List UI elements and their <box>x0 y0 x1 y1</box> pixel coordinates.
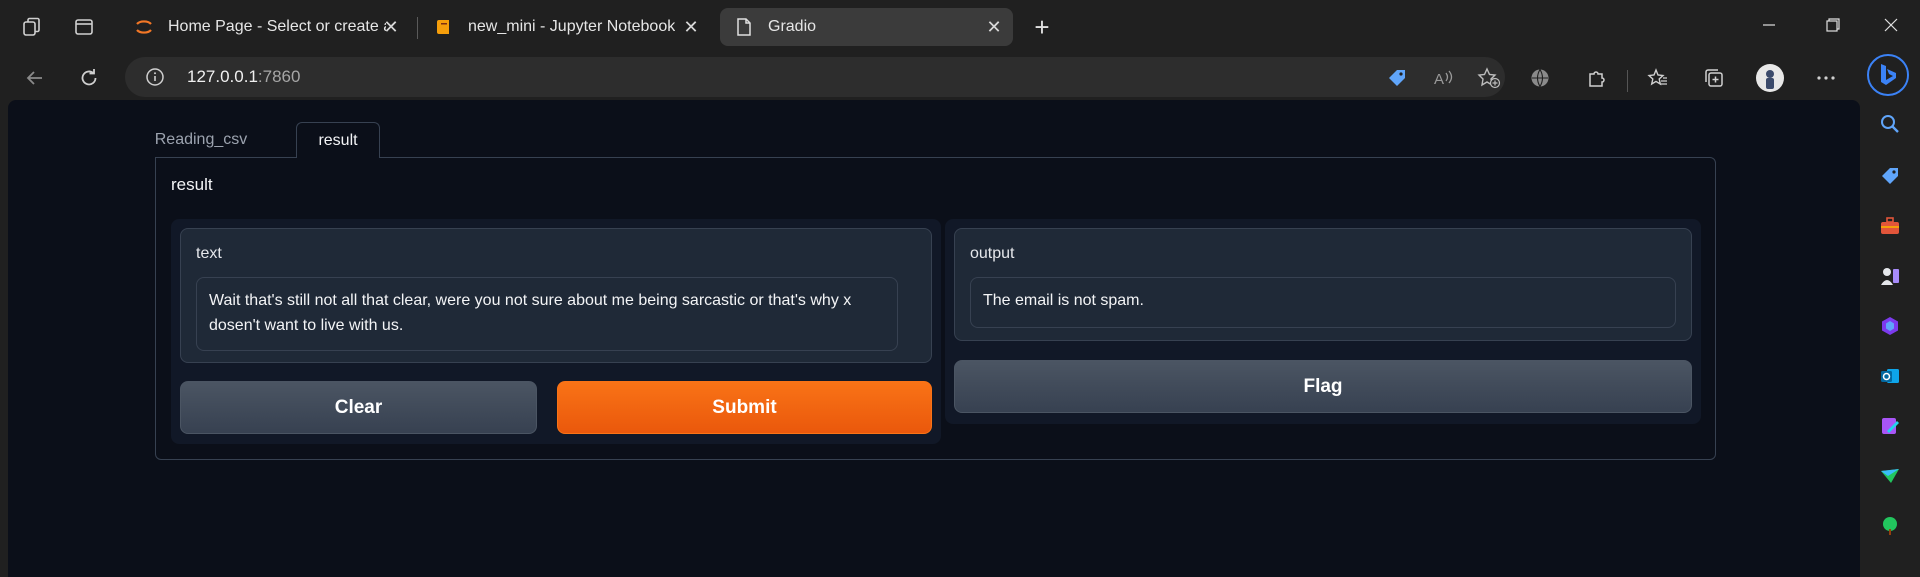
text-input[interactable]: Wait that's still not all that clear, we… <box>196 277 898 351</box>
browser-tab-title: new_mini - Jupyter Notebook <box>468 18 676 35</box>
tree-icon[interactable] <box>1876 512 1904 540</box>
input-column: text Wait that's still not all that clea… <box>171 219 941 444</box>
tab-divider <box>417 17 418 39</box>
minimize-icon[interactable] <box>1752 10 1786 40</box>
tab-panel-result: result text Wait that's still not all th… <box>155 157 1716 460</box>
favorites-icon[interactable] <box>1642 62 1674 94</box>
output-block: output The email is not spam. <box>954 228 1692 341</box>
panel-title: result <box>171 175 213 194</box>
browser-tab-title: Gradio <box>768 18 817 35</box>
browser-tab-gradio[interactable]: Gradio ✕ <box>720 8 1013 46</box>
text-input-block: text Wait that's still not all that clea… <box>180 228 932 363</box>
address-bar[interactable]: 127.0.0.1:7860 A <box>125 57 1505 97</box>
games-icon[interactable] <box>1876 262 1904 290</box>
svg-text:A: A <box>1434 71 1444 88</box>
send-icon[interactable] <box>1876 462 1904 490</box>
browser-toolbar: 127.0.0.1:7860 A <box>0 54 1920 100</box>
tab-result[interactable]: result <box>296 122 380 158</box>
add-favorite-icon[interactable] <box>1475 65 1503 91</box>
search-icon[interactable] <box>1876 110 1904 138</box>
browser-tab-title: Home Page - Select or create a n <box>168 18 386 35</box>
extensions-icon[interactable] <box>1580 62 1612 94</box>
text-label: text <box>196 245 222 262</box>
browser-titlebar: Home Page - Select or create a n ✕ new_m… <box>0 0 1920 54</box>
output-label: output <box>970 245 1015 262</box>
page-icon <box>734 17 754 37</box>
flag-button[interactable]: Flag <box>954 360 1692 413</box>
outlook-icon[interactable] <box>1876 362 1904 390</box>
close-icon[interactable]: ✕ <box>983 16 1005 38</box>
submit-button[interactable]: Submit <box>557 381 932 434</box>
new-tab-button[interactable]: + <box>1028 12 1056 42</box>
notebook-icon <box>434 17 454 37</box>
toolbox-icon[interactable] <box>1876 212 1904 240</box>
bing-copilot-icon[interactable] <box>1867 54 1909 96</box>
close-icon[interactable]: ✕ <box>380 16 402 38</box>
back-icon[interactable] <box>19 62 51 94</box>
output-textbox[interactable]: The email is not spam. <box>970 277 1676 328</box>
collections-icon[interactable] <box>1698 62 1730 94</box>
page-viewport: Reading_csv result result text Wait that… <box>8 100 1860 577</box>
toolbar-divider <box>1627 70 1628 92</box>
tab-actions-icon[interactable] <box>70 13 98 41</box>
window-close-icon[interactable] <box>1874 10 1908 40</box>
jupyter-icon <box>134 17 154 37</box>
shopping-tag-icon[interactable] <box>1876 162 1904 190</box>
close-icon[interactable]: ✕ <box>680 16 702 38</box>
read-aloud-icon[interactable]: A <box>1429 65 1457 91</box>
browser-tab-notebook[interactable]: new_mini - Jupyter Notebook ✕ <box>420 8 710 46</box>
designer-icon[interactable] <box>1876 412 1904 440</box>
browser-essentials-icon[interactable] <box>1524 62 1556 94</box>
output-column: output The email is not spam. Flag <box>945 219 1701 424</box>
copilot-hex-icon[interactable] <box>1876 312 1904 340</box>
url-text[interactable]: 127.0.0.1:7860 <box>187 67 300 87</box>
info-icon[interactable] <box>145 67 165 87</box>
clear-button[interactable]: Clear <box>180 381 537 434</box>
tab-reading-csv[interactable]: Reading_csv <box>155 122 248 158</box>
edge-sidebar <box>1860 100 1920 577</box>
restore-icon[interactable] <box>1816 10 1850 40</box>
url-port: :7860 <box>257 67 301 86</box>
url-host: 127.0.0.1 <box>187 67 258 86</box>
coupon-tag-icon[interactable] <box>1383 65 1411 91</box>
workspaces-icon[interactable] <box>18 13 46 41</box>
profile-avatar[interactable] <box>1754 62 1786 94</box>
more-options-icon[interactable] <box>1810 62 1842 94</box>
refresh-icon[interactable] <box>73 62 105 94</box>
browser-tab-home[interactable]: Home Page - Select or create a n ✕ <box>120 8 410 46</box>
